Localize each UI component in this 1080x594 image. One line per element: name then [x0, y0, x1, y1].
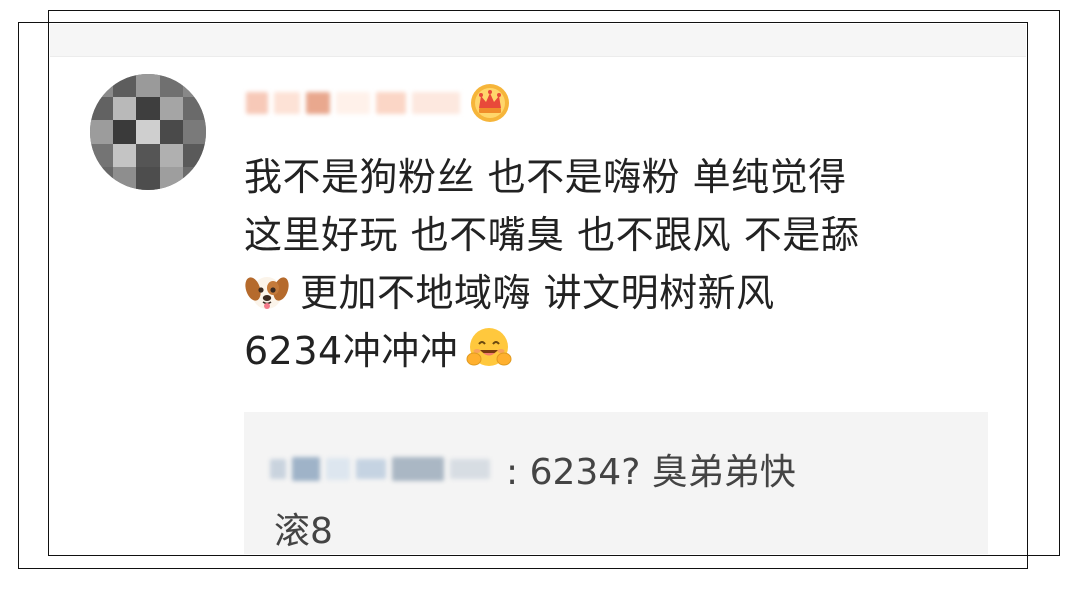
- comment-line: 6234冲冲冲: [244, 322, 1004, 380]
- avatar[interactable]: [90, 74, 206, 190]
- comment-line-text: 6234冲冲冲: [244, 329, 459, 373]
- reply-first-line: : 6234? 臭弟弟快: [270, 446, 796, 493]
- comment-line: 这里好玩 也不嘴臭 也不跟风 不是舔: [244, 213, 860, 257]
- blurred-name-segment: [246, 92, 268, 114]
- reply-text-continued: 滚8: [274, 511, 333, 552]
- blurred-reply-name-segment: [356, 459, 386, 479]
- blurred-reply-name-segment: [392, 457, 444, 481]
- reply-text: : 6234? 臭弟弟快: [506, 452, 796, 493]
- blurred-name-segment: [412, 92, 460, 114]
- comment-card: 我不是狗粉丝 也不是嗨粉 单纯觉得 这里好玩 也不嘴臭 也不跟风 不是舔 更加不…: [50, 24, 1026, 554]
- blurred-reply-name-segment: [270, 459, 286, 479]
- comment-line-text: 更加不地域嗨 讲文明树新风: [300, 271, 775, 315]
- blurred-reply-name-segment: [450, 459, 490, 479]
- comment-line: 更加不地域嗨 讲文明树新风: [244, 264, 1004, 322]
- card-top-strip: [50, 24, 1026, 57]
- blurred-name-segment: [274, 92, 300, 114]
- dog-face-emoji-icon: [244, 269, 290, 315]
- blurred-name-segment: [336, 92, 370, 114]
- username-blurred[interactable]: [246, 83, 510, 123]
- blurred-name-segment: [306, 92, 330, 114]
- screenshot-stage: 我不是狗粉丝 也不是嗨粉 单纯觉得 这里好玩 也不嘴臭 也不跟风 不是舔 更加不…: [0, 0, 1080, 594]
- blurred-reply-name-segment: [326, 458, 350, 480]
- comment-body: 我不是狗粉丝 也不是嗨粉 单纯觉得 这里好玩 也不嘴臭 也不跟风 不是舔 更加不…: [244, 148, 1004, 380]
- crown-icon: [470, 83, 510, 123]
- reply-box[interactable]: : 6234? 臭弟弟快 滚8: [244, 412, 988, 554]
- comment-line: 我不是狗粉丝 也不是嗨粉 单纯觉得: [244, 155, 847, 199]
- blurred-name-segment: [376, 92, 406, 114]
- blurred-reply-name-segment: [292, 457, 320, 481]
- hugging-face-emoji-icon: [464, 323, 512, 369]
